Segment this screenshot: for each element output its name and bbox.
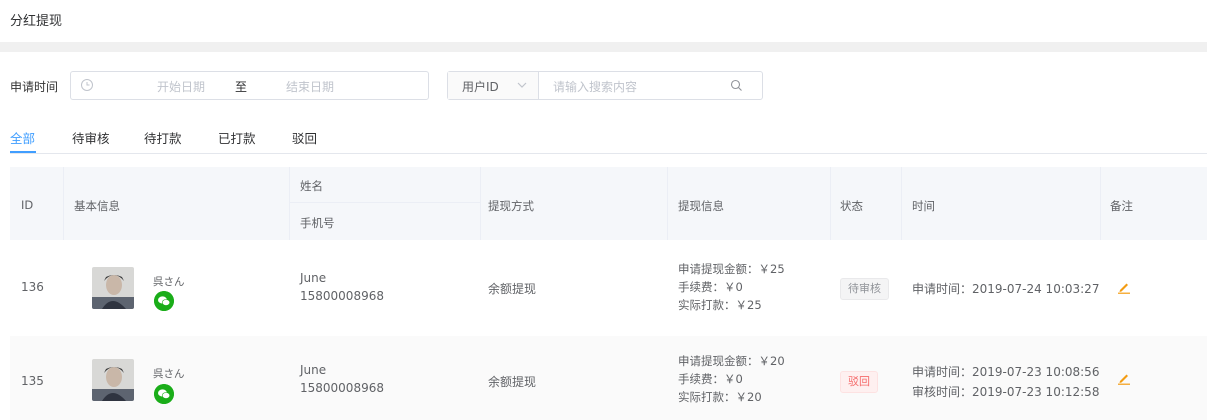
search-input[interactable]: 请输入搜索内容 xyxy=(553,78,637,95)
table-row: 135 呉さん June 15800008968 余额提现 申请提现金额：￥20… xyxy=(10,336,1207,420)
header-split-line xyxy=(290,202,481,203)
user-phone: 15800008968 xyxy=(300,381,384,395)
withdraw-info: 申请提现金额：￥20 手续费：￥0 实际打款：￥20 xyxy=(678,352,785,406)
row-id: 136 xyxy=(21,280,44,294)
section-divider xyxy=(0,42,1207,52)
chevron-down-icon xyxy=(517,82,527,88)
user-name: June xyxy=(300,363,327,377)
apply-time: 申请时间：2019-07-24 10:03:27 xyxy=(912,282,1100,296)
tab-all[interactable]: 全部 xyxy=(10,128,35,147)
nickname: 呉さん xyxy=(153,276,185,288)
fee: 手续费：￥0 xyxy=(678,372,743,386)
status-badge: 驳回 xyxy=(840,371,878,393)
search-field-select[interactable]: 用户ID xyxy=(448,72,539,99)
tab-pending-review[interactable]: 待审核 xyxy=(72,128,110,147)
wechat-icon xyxy=(154,384,174,404)
review-time: 审核时间：2019-07-23 10:12:58 xyxy=(912,385,1100,399)
header-id: ID xyxy=(21,198,34,212)
apply-amount: 申请提现金额：￥20 xyxy=(678,354,785,368)
status-tabs: 全部 待审核 待打款 已打款 驳回 xyxy=(10,128,1207,154)
end-date-input[interactable]: 结束日期 xyxy=(268,78,352,95)
edit-icon[interactable] xyxy=(1117,371,1131,385)
active-tab-indicator xyxy=(10,151,36,153)
header-status: 状态 xyxy=(840,199,863,213)
tab-rejected[interactable]: 驳回 xyxy=(292,128,317,147)
table-row: 136 呉さん June 15800008968 余额提现 申请提现金额：￥25… xyxy=(10,240,1207,336)
search-field-value: 用户ID xyxy=(462,80,499,94)
header-remark: 备注 xyxy=(1110,199,1133,213)
avatar xyxy=(92,359,134,401)
table-header: ID 基本信息 姓名 手机号 提现方式 提现信息 状态 时间 备注 xyxy=(10,167,1207,240)
withdraw-info: 申请提现金额：￥25 手续费：￥0 实际打款：￥25 xyxy=(678,260,785,314)
apply-amount: 申请提现金额：￥25 xyxy=(678,262,785,276)
edit-icon[interactable] xyxy=(1117,280,1131,294)
header-phone: 手机号 xyxy=(300,216,335,230)
user-name: June xyxy=(300,271,327,285)
actual-payment: 实际打款：￥25 xyxy=(678,298,762,312)
user-phone: 15800008968 xyxy=(300,289,384,303)
page-title: 分红提现 xyxy=(10,14,63,29)
tab-pending-payment[interactable]: 待打款 xyxy=(144,128,182,147)
header-basic-info: 基本信息 xyxy=(74,199,120,213)
header-time: 时间 xyxy=(912,199,935,213)
start-date-input[interactable]: 开始日期 xyxy=(139,78,223,95)
header-method: 提现方式 xyxy=(488,199,534,213)
withdraw-method: 余额提现 xyxy=(488,282,537,296)
withdraw-method: 余额提现 xyxy=(488,375,537,389)
date-separator: 至 xyxy=(234,80,247,94)
fee: 手续费：￥0 xyxy=(678,280,743,294)
actual-payment: 实际打款：￥20 xyxy=(678,390,762,404)
nickname: 呉さん xyxy=(153,368,185,380)
date-range-picker[interactable]: 开始日期 至 结束日期 xyxy=(70,71,429,100)
header-withdraw-info: 提现信息 xyxy=(678,199,724,213)
search-box: 用户ID 请输入搜索内容 xyxy=(447,71,763,100)
wechat-icon xyxy=(154,291,174,311)
tab-paid[interactable]: 已打款 xyxy=(218,128,256,147)
status-badge: 待审核 xyxy=(840,278,889,300)
apply-time: 申请时间：2019-07-23 10:08:56 xyxy=(912,365,1100,379)
avatar xyxy=(92,267,134,309)
search-icon[interactable] xyxy=(730,79,743,92)
row-id: 135 xyxy=(21,374,44,388)
clock-icon xyxy=(81,79,93,91)
header-name: 姓名 xyxy=(300,179,323,193)
date-filter-label: 申请时间 xyxy=(10,80,59,94)
